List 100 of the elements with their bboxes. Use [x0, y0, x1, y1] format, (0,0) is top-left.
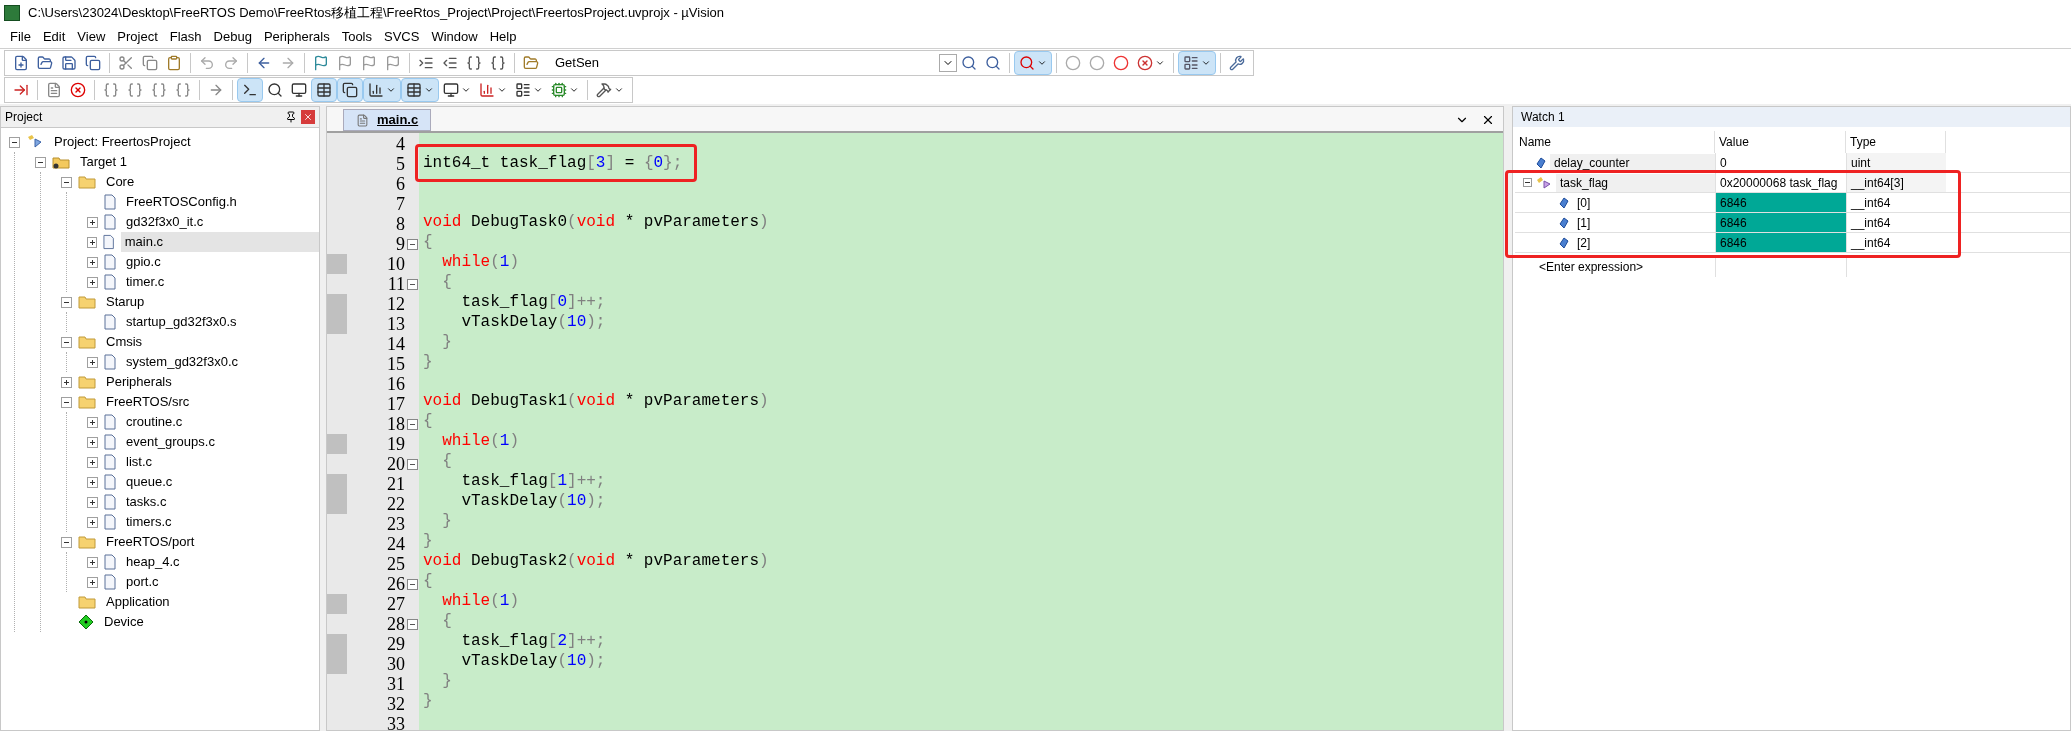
- menu-item[interactable]: Peripherals: [257, 27, 336, 47]
- menu-item[interactable]: SVCS: [378, 27, 426, 47]
- toolbar-button[interactable]: [311, 78, 337, 102]
- expand-icon[interactable]: [61, 376, 72, 388]
- file-icon: [104, 194, 116, 210]
- collapse-icon[interactable]: [61, 296, 72, 308]
- tree-item[interactable]: timers.c: [122, 512, 176, 532]
- tree-item[interactable]: event_groups.c: [122, 432, 219, 452]
- tree-item[interactable]: queue.c: [122, 472, 177, 492]
- toolbar-button[interactable]: [337, 78, 363, 102]
- expand-icon[interactable]: [87, 356, 98, 368]
- folder-icon: [78, 175, 96, 189]
- expand-icon[interactable]: [87, 416, 98, 428]
- tree-item[interactable]: system_gd32f3x0.c: [122, 352, 242, 372]
- tree-item[interactable]: Core: [102, 172, 139, 192]
- toolbar-button[interactable]: [1178, 50, 1216, 75]
- expand-icon[interactable]: [87, 476, 98, 488]
- expand-icon[interactable]: [87, 576, 98, 588]
- collapse-icon[interactable]: [406, 618, 418, 630]
- collapse-icon[interactable]: [1523, 178, 1532, 187]
- expand-icon[interactable]: [87, 276, 98, 288]
- close-button[interactable]: [301, 110, 315, 124]
- code-line: task_flag[1]++;: [460, 470, 606, 491]
- tree-item[interactable]: gd32f3x0_it.c: [122, 212, 208, 232]
- editor-tab[interactable]: main.c: [343, 109, 432, 131]
- tree-item[interactable]: Project: FreertosProject: [50, 132, 195, 152]
- line-number: 30: [386, 654, 405, 674]
- toolbar-button[interactable]: [401, 78, 439, 102]
- collapse-icon[interactable]: [406, 278, 418, 290]
- tree-item[interactable]: FreeRTOS/port: [102, 532, 199, 552]
- column-header[interactable]: Name: [1515, 131, 1715, 153]
- collapse-icon[interactable]: [406, 578, 418, 590]
- line-number: 16: [386, 374, 405, 394]
- collapse-icon[interactable]: [61, 176, 72, 188]
- collapse-icon[interactable]: [406, 418, 418, 430]
- line-number: 12: [386, 294, 405, 314]
- collapse-icon[interactable]: [406, 458, 418, 470]
- file-icon: [104, 554, 116, 570]
- menu-item[interactable]: Project: [111, 27, 164, 47]
- code-line: vTaskDelay(10);: [460, 490, 606, 511]
- tree-item[interactable]: Application: [102, 592, 174, 612]
- collapse-icon[interactable]: [406, 238, 418, 250]
- expression-field[interactable]: <Enter expression>: [1515, 257, 1715, 277]
- caret-icon[interactable]: [939, 53, 957, 72]
- watch-name: [2]: [1576, 234, 1592, 252]
- menu-item[interactable]: Tools: [335, 27, 378, 47]
- collapse-icon[interactable]: [61, 396, 72, 408]
- menu-item[interactable]: Edit: [36, 27, 72, 47]
- tree-item[interactable]: main.c: [120, 232, 319, 252]
- tree-item[interactable]: gpio.c: [122, 252, 165, 272]
- tree-item[interactable]: heap_4.c: [122, 552, 184, 572]
- expand-icon[interactable]: [87, 236, 98, 248]
- expand-icon[interactable]: [87, 456, 98, 468]
- panel-title: Watch 1: [1521, 109, 1565, 126]
- expand-icon[interactable]: [87, 496, 98, 508]
- collapse-icon[interactable]: [61, 536, 72, 548]
- close-icon[interactable]: [1481, 113, 1495, 127]
- hammer-icon: [596, 82, 612, 98]
- menu-item[interactable]: Flash: [163, 27, 208, 47]
- pin-icon[interactable]: [285, 111, 297, 123]
- tree-item[interactable]: Device: [100, 612, 148, 632]
- array-icon: [1536, 175, 1552, 190]
- tree-item[interactable]: port.c: [122, 572, 163, 592]
- tree-item[interactable]: FreeRTOS/src: [102, 392, 194, 412]
- menu-item[interactable]: Window: [425, 27, 484, 47]
- tree-item[interactable]: Target 1: [76, 152, 131, 172]
- expand-icon[interactable]: [87, 516, 98, 528]
- tree-item[interactable]: FreeRTOSConfig.h: [122, 192, 241, 212]
- tree-item[interactable]: list.c: [122, 452, 156, 472]
- line-number: 22: [386, 494, 405, 514]
- collapse-icon[interactable]: [9, 136, 20, 148]
- caret-icon: [424, 85, 434, 95]
- collapse-icon[interactable]: [35, 156, 46, 168]
- column-header[interactable]: Value: [1715, 131, 1846, 153]
- tree-item[interactable]: Cmsis: [102, 332, 147, 352]
- file-icon: [104, 514, 116, 530]
- collapse-icon[interactable]: [61, 336, 72, 348]
- menu-item[interactable]: Help: [483, 27, 523, 47]
- folder-icon: [37, 54, 53, 71]
- tree-item[interactable]: startup_gd32f3x0.s: [122, 312, 241, 332]
- watch-name: [0]: [1576, 194, 1592, 212]
- tree-item[interactable]: Starup: [102, 292, 149, 312]
- watch-type: __int64: [1846, 213, 1946, 232]
- search-icon: [985, 54, 1001, 71]
- menu-item[interactable]: Debug: [207, 27, 258, 47]
- redo-icon: [223, 54, 239, 71]
- expand-icon[interactable]: [87, 436, 98, 448]
- terminal-icon: [242, 82, 258, 98]
- tree-item[interactable]: tasks.c: [122, 492, 171, 512]
- toolbar-button[interactable]: [237, 78, 263, 102]
- expand-icon[interactable]: [87, 256, 98, 268]
- tree-item[interactable]: timer.c: [122, 272, 169, 292]
- tree-item[interactable]: croutine.c: [122, 412, 187, 432]
- menu-item[interactable]: File: [4, 27, 37, 47]
- menu-item[interactable]: View: [71, 27, 112, 47]
- tree-item[interactable]: Peripherals: [102, 372, 176, 392]
- expand-icon[interactable]: [87, 216, 98, 228]
- expand-icon[interactable]: [87, 556, 98, 568]
- flag-icon: [337, 54, 353, 71]
- app-icon: [4, 5, 20, 21]
